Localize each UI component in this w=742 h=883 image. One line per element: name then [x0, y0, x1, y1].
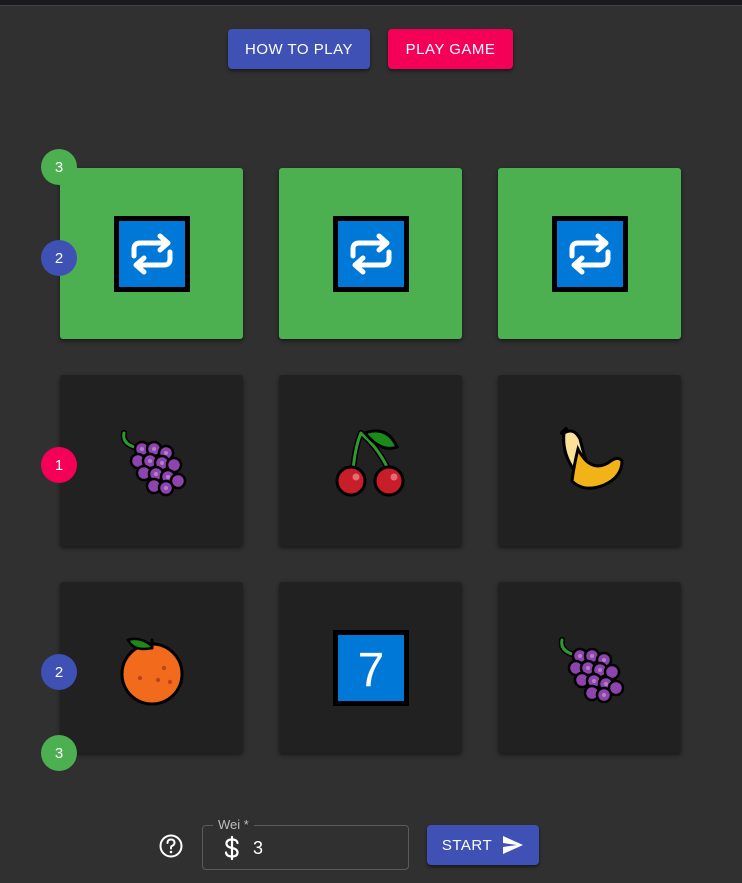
repeat-icon — [113, 215, 190, 292]
top-bar — [0, 0, 742, 6]
how-to-play-button[interactable]: HOW TO PLAY — [228, 29, 370, 69]
orange-icon — [120, 637, 183, 705]
cherries-icon — [335, 428, 404, 496]
payline-badge-row3: 2 — [41, 654, 77, 690]
play-game-button[interactable]: PLAY GAME — [388, 29, 513, 69]
reel-tile-r3-c1 — [60, 582, 243, 753]
dollar-icon — [224, 835, 239, 861]
wei-field: Wei * — [202, 817, 409, 870]
reel-tile-r1-c2 — [279, 168, 462, 339]
send-icon — [503, 836, 524, 854]
reel-tile-r2-c2 — [279, 375, 462, 546]
grapes-icon — [558, 636, 624, 703]
reel-tile-r1-c1 — [60, 168, 243, 339]
wei-input[interactable] — [253, 836, 393, 860]
start-button-label: START — [441, 836, 493, 854]
reel-tile-r1-c3 — [498, 168, 681, 339]
repeat-icon — [332, 215, 409, 292]
reel-tile-r3-c3 — [498, 582, 681, 753]
payline-badge-bottom: 3 — [41, 735, 77, 771]
grapes-icon — [120, 429, 186, 496]
payline-badge-top: 3 — [41, 149, 77, 185]
banana-icon — [559, 426, 624, 490]
reel-tile-r2-c3 — [498, 375, 681, 546]
repeat-icon — [551, 215, 628, 292]
seven-icon: 7 — [332, 629, 409, 706]
help-circle-icon[interactable] — [158, 833, 184, 859]
wei-field-label: Wei * — [213, 817, 254, 832]
payline-badge-row2: 1 — [41, 447, 77, 483]
reel-tile-r2-c1 — [60, 375, 243, 546]
reel-tile-r3-c2: 7 — [279, 582, 462, 753]
start-button[interactable]: START — [427, 825, 539, 865]
seven-symbol-text: 7 — [357, 644, 384, 697]
payline-badge-row1: 2 — [41, 240, 77, 276]
